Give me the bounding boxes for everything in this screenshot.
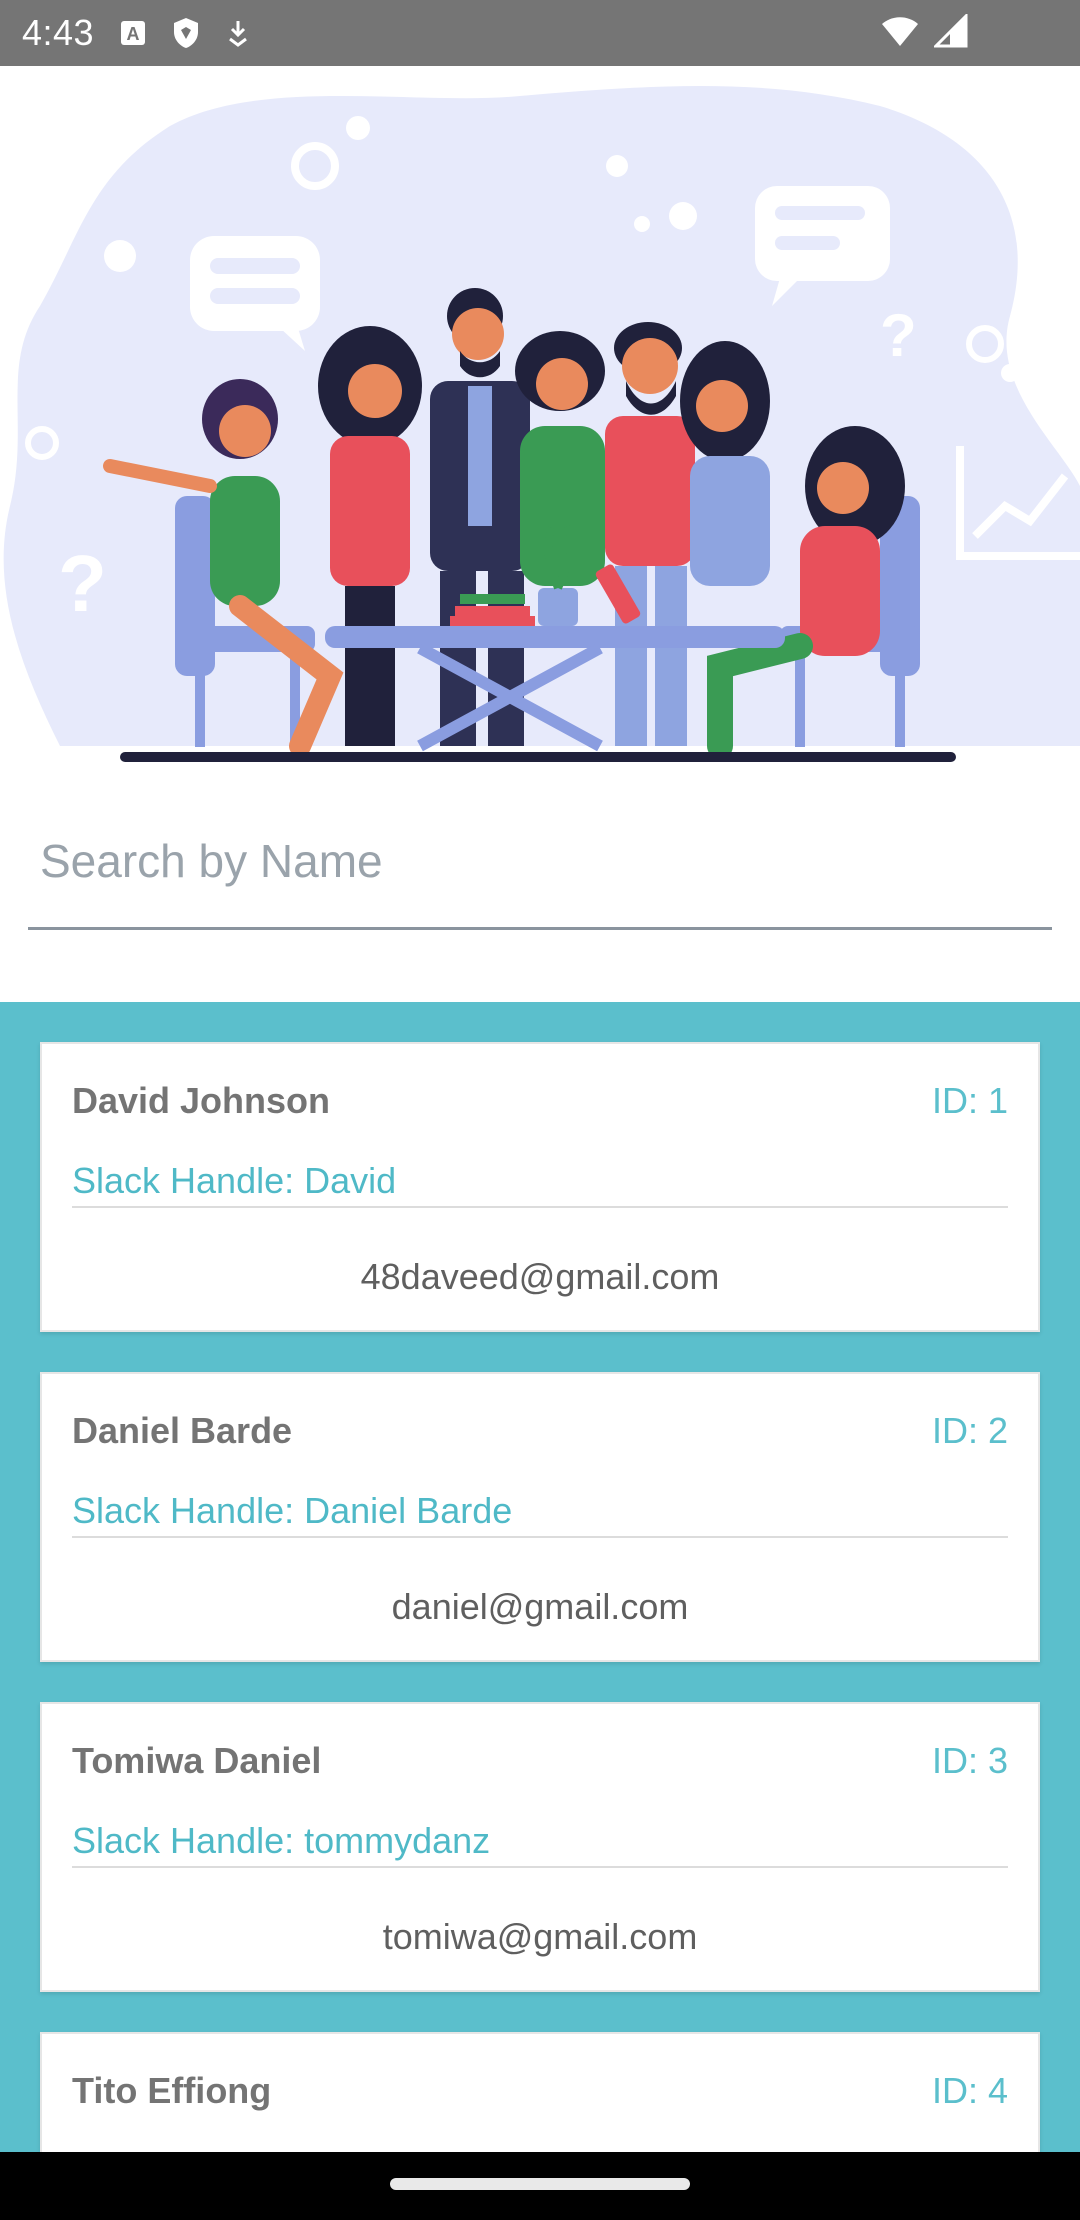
card-divider [72,1866,1008,1868]
status-bar: 4:43 A [0,0,1080,66]
search-field[interactable] [28,812,1052,930]
home-gesture-handle[interactable] [390,2178,690,2190]
status-time: 4:43 [22,12,95,53]
signal-icon [934,14,968,48]
contact-slack-handle: Slack Handle: tommydanz [72,1820,491,1861]
contact-email: tomiwa@gmail.com [382,1916,698,1957]
status-notification-icons: A [120,17,250,49]
contact-name: Tomiwa Daniel [72,1740,322,1781]
shield-icon [174,18,199,48]
hero-illustration: ? ? [0,66,1080,766]
contact-card[interactable]: David Johnson ID: 1 Slack Handle: David … [40,1042,1040,1332]
contact-email: 48daveed@gmail.com [360,1256,720,1297]
team-illustration: ? ? [3,86,1080,762]
svg-text:?: ? [58,539,107,628]
wifi-icon [882,17,918,46]
a-box-icon: A [121,21,146,45]
contact-id: ID: 3 [931,1740,1008,1781]
status-system-icons [880,14,968,48]
contact-slack-handle: Slack Handle: Daniel Barde [72,1490,513,1531]
card-divider [72,1536,1008,1538]
download-arrow-icon [229,21,247,47]
contact-card[interactable]: Tito Effiong ID: 4 [40,2032,1040,2152]
contact-name: David Johnson [72,1080,331,1121]
svg-text:A: A [127,24,140,44]
contact-name: Daniel Barde [72,1410,293,1451]
contact-list[interactable]: David Johnson ID: 1 Slack Handle: David … [0,1002,1080,2152]
contact-card[interactable]: Daniel Barde ID: 2 Slack Handle: Daniel … [40,1372,1040,1662]
contact-email: daniel@gmail.com [391,1586,689,1627]
contact-card[interactable]: Tomiwa Daniel ID: 3 Slack Handle: tommyd… [40,1702,1040,1992]
contact-id: ID: 4 [931,2070,1008,2111]
contact-id: ID: 2 [931,1410,1008,1451]
contact-id: ID: 1 [931,1080,1008,1121]
svg-text:?: ? [880,302,917,369]
contact-slack-handle: Slack Handle: David [72,1160,397,1201]
navigation-bar [0,2152,1080,2220]
contact-name: Tito Effiong [72,2070,272,2111]
search-input[interactable] [40,826,1040,896]
card-divider [72,1206,1008,1208]
